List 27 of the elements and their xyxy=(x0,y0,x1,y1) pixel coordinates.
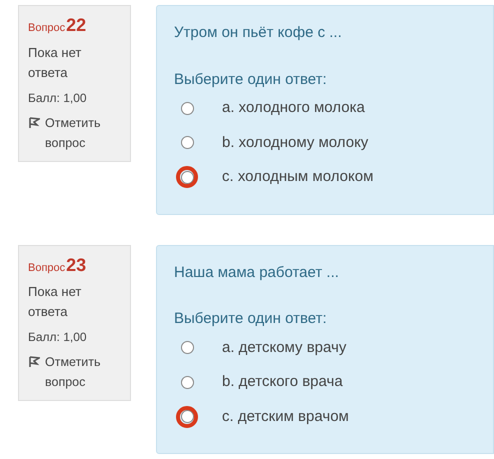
answer-prompt: Выберите один ответ: xyxy=(174,70,328,90)
answer-status: Пока нет ответа xyxy=(28,283,82,321)
flag-question-link[interactable]: Отметить вопрос xyxy=(28,112,114,152)
question-number: 22 xyxy=(66,16,86,34)
answer-option[interactable]: a. детскому врачу xyxy=(222,336,346,359)
answer-option[interactable]: b. холодному молоку xyxy=(222,132,368,154)
answer-option[interactable]: b. детского врача xyxy=(222,371,343,394)
answer-option[interactable]: c. детским врачом xyxy=(222,406,349,428)
radio-button[interactable] xyxy=(180,376,194,389)
answer-option[interactable]: c. холодным молоком xyxy=(222,166,374,188)
answer-prompt: Выберите один ответ: xyxy=(174,309,328,329)
question-text: Наша мама работает ... xyxy=(174,262,340,282)
radio-button[interactable] xyxy=(180,136,194,150)
question-label: Вопрос xyxy=(28,260,66,276)
answer-status: Пока нет ответа xyxy=(28,44,82,82)
score-text: Балл: 1,00 xyxy=(28,329,88,346)
question-text: Утром он пьёт кофе с ... xyxy=(174,23,343,43)
radio-button[interactable] xyxy=(180,170,194,184)
question-number: 23 xyxy=(66,256,86,274)
radio-button[interactable] xyxy=(180,102,194,115)
score-text: Балл: 1,00 xyxy=(28,90,88,106)
flag-icon xyxy=(28,356,40,368)
question-label: Вопрос xyxy=(28,21,66,36)
flag-icon xyxy=(28,116,40,128)
answer-option[interactable]: a. холодного молока xyxy=(222,97,365,120)
flag-question-link[interactable]: Отметить вопрос xyxy=(28,352,114,392)
radio-button[interactable] xyxy=(180,341,194,354)
